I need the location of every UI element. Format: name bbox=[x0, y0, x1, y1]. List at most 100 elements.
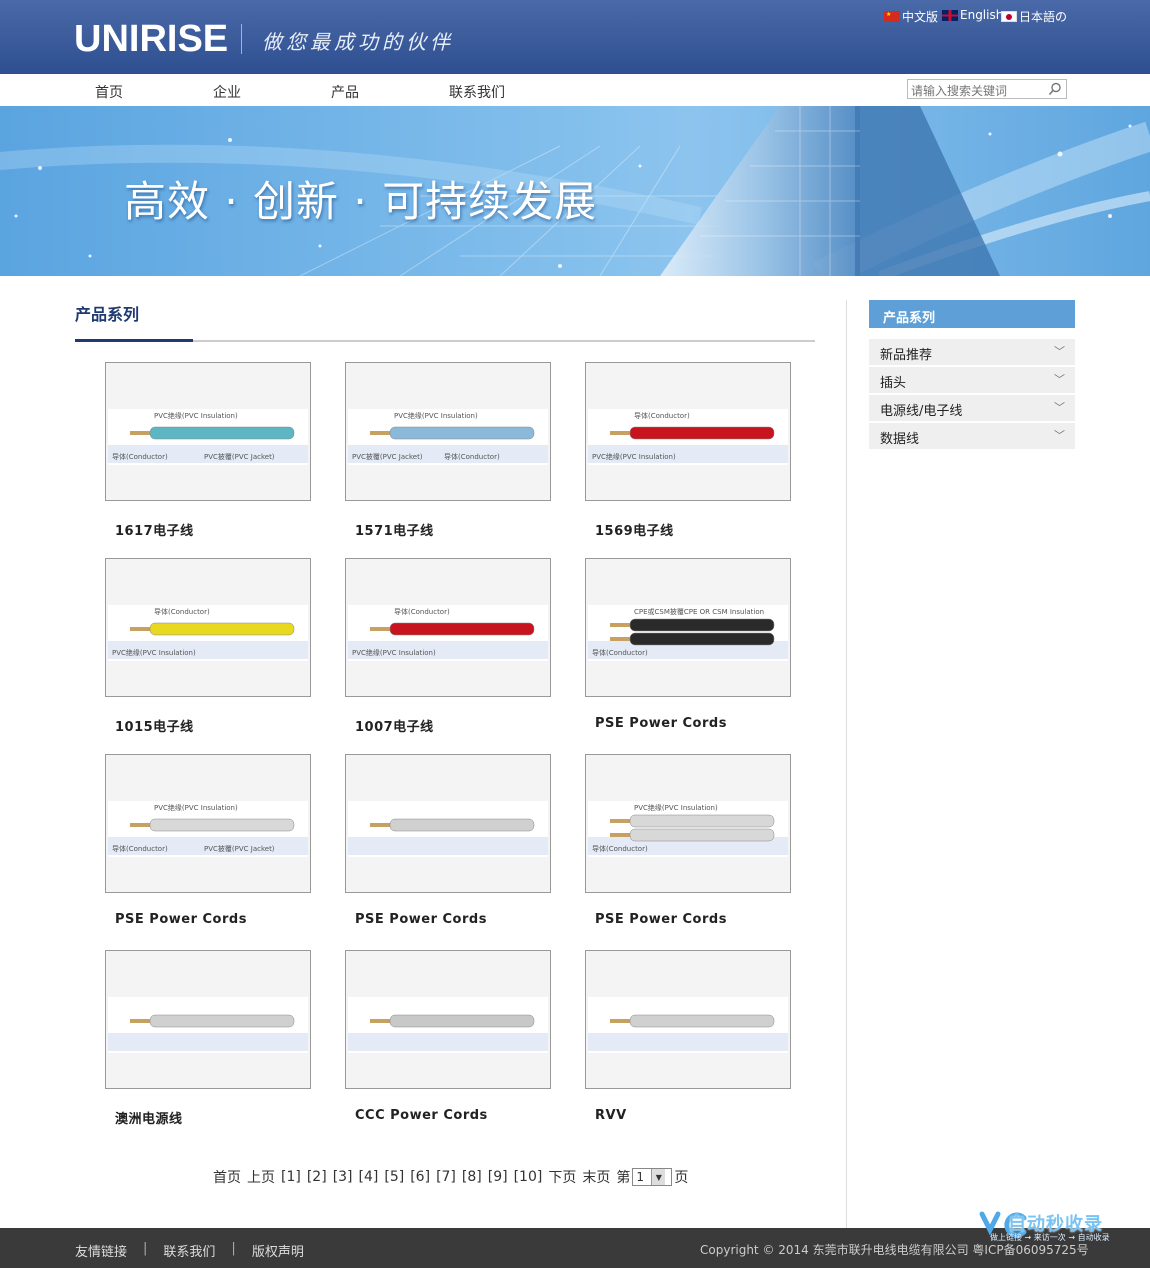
cable-label: PVC绝缘(PVC Insulation) bbox=[112, 648, 196, 657]
cable-illustration: PVC绝缘(PVC Insulation) 导体(Conductor) PVC披覆(… bbox=[108, 411, 308, 463]
cable-label: PVC绝缘(PVC Insulation) bbox=[154, 803, 238, 812]
product-card[interactable]: PVC绝缘(PVC Insulation) 导体(Conductor) bbox=[585, 754, 791, 893]
product-card[interactable]: 导体(Conductor) PVC绝缘(PVC Insulation) bbox=[585, 362, 791, 501]
search-icon[interactable] bbox=[1048, 82, 1062, 96]
product-image: PVC绝缘(PVC Insulation) 导体(Conductor) PVC披覆(… bbox=[108, 409, 308, 465]
page-select[interactable]: 1 ▼ bbox=[632, 1168, 673, 1186]
product-title[interactable]: PSE Power Cords bbox=[595, 912, 727, 927]
page-link[interactable]: [1] bbox=[281, 1169, 301, 1185]
product-card[interactable] bbox=[345, 754, 551, 893]
lang-english[interactable]: English bbox=[942, 8, 1003, 22]
lang-chinese[interactable]: 中文版 bbox=[884, 8, 938, 25]
product-title[interactable]: RVV bbox=[595, 1108, 627, 1123]
product-image: PVC绝缘(PVC Insulation) 导体(Conductor) PVC披覆(… bbox=[108, 801, 308, 857]
product-title[interactable]: CCC Power Cords bbox=[355, 1108, 488, 1123]
cable-label: PVC披覆(PVC Jacket) bbox=[352, 452, 423, 461]
product-title[interactable]: PSE Power Cords bbox=[595, 716, 727, 731]
page-prev[interactable]: 上页 bbox=[247, 1167, 275, 1187]
cable-label: 导体(Conductor) bbox=[112, 452, 168, 461]
search-input[interactable] bbox=[908, 82, 1044, 100]
cable-label: 导体(Conductor) bbox=[154, 607, 210, 616]
cable-illustration bbox=[588, 1014, 788, 1051]
header-slogan: 做您最成功的伙伴 bbox=[262, 30, 454, 54]
page-link[interactable]: [4] bbox=[359, 1169, 379, 1185]
page-next[interactable]: 下页 bbox=[548, 1167, 576, 1187]
dropdown-arrow-icon: ▼ bbox=[651, 1169, 666, 1185]
lang-label: 日本語の bbox=[1019, 10, 1068, 24]
page-first[interactable]: 首页 bbox=[213, 1167, 241, 1187]
cable-label: 导体(Conductor) bbox=[592, 648, 648, 657]
cable-illustration: 导体(Conductor) PVC绝缘(PVC Insulation) bbox=[588, 411, 788, 463]
page-link[interactable]: [2] bbox=[307, 1169, 327, 1185]
sidebar-item-label: 插头 bbox=[880, 376, 907, 391]
chevron-down-icon: ﹀ bbox=[1054, 373, 1065, 386]
cable-label: PVC绝缘(PVC Insulation) bbox=[352, 648, 436, 657]
sidebar-item-data-cables[interactable]: 数据线 ﹀ bbox=[869, 423, 1075, 449]
page-link[interactable]: [10] bbox=[514, 1169, 543, 1185]
logo-divider bbox=[241, 24, 242, 54]
product-title[interactable]: 1015电子线 bbox=[115, 716, 194, 735]
sidebar-item-new[interactable]: 新品推荐 ﹀ bbox=[869, 339, 1075, 365]
cable-illustration: 导体(Conductor) PVC绝缘(PVC Insulation) bbox=[108, 607, 308, 659]
chevron-down-icon: ﹀ bbox=[1054, 401, 1065, 414]
product-card[interactable]: 导体(Conductor) PVC绝缘(PVC Insulation) bbox=[345, 558, 551, 697]
watermark-badge[interactable]: 自动秒收录 做上链接 → 来访一次 → 自动收录 bbox=[978, 1208, 1134, 1248]
product-card[interactable]: CPE或CSM披覆CPE OR CSM Insulation 导体(Conduct… bbox=[585, 558, 791, 697]
page-link[interactable]: [6] bbox=[410, 1169, 430, 1185]
product-card[interactable]: PVC绝缘(PVC Insulation) 导体(Conductor) PVC披覆(… bbox=[105, 754, 311, 893]
cable-illustration bbox=[108, 1014, 308, 1051]
page-last[interactable]: 末页 bbox=[582, 1167, 610, 1187]
footer-link-copyright[interactable]: 版权声明 bbox=[252, 1241, 304, 1260]
nav-item-products[interactable]: 产品 bbox=[331, 82, 359, 102]
cable-label: 导体(Conductor) bbox=[634, 411, 690, 420]
product-title[interactable]: 1007电子线 bbox=[355, 716, 434, 735]
product-card[interactable]: 导体(Conductor) PVC绝缘(PVC Insulation) bbox=[105, 558, 311, 697]
cable-illustration: PVC绝缘(PVC Insulation) 导体(Conductor) PVC披覆(… bbox=[108, 803, 308, 855]
product-card[interactable] bbox=[585, 950, 791, 1089]
product-card[interactable] bbox=[105, 950, 311, 1089]
footer-link-contact[interactable]: 联系我们 bbox=[163, 1241, 215, 1260]
page-link[interactable]: [5] bbox=[384, 1169, 404, 1185]
page-link[interactable]: [8] bbox=[462, 1169, 482, 1185]
product-image bbox=[588, 997, 788, 1053]
lang-japanese[interactable]: 日本語の bbox=[1001, 8, 1067, 25]
banner-slogan: 高效 · 创新 · 可持续发展 bbox=[124, 177, 598, 226]
page-link[interactable]: [3] bbox=[333, 1169, 353, 1185]
product-title[interactable]: 1617电子线 bbox=[115, 520, 194, 539]
sidebar-item-label: 数据线 bbox=[880, 432, 920, 447]
product-card[interactable] bbox=[345, 950, 551, 1089]
product-card[interactable]: PVC绝缘(PVC Insulation) PVC披覆(PVC Jacket) 导体… bbox=[345, 362, 551, 501]
product-title[interactable]: 1571电子线 bbox=[355, 520, 434, 539]
product-image: PVC绝缘(PVC Insulation) PVC披覆(PVC Jacket) 导体… bbox=[348, 409, 548, 465]
cn-flag-icon bbox=[884, 11, 900, 22]
hero-banner: 高效 · 创新 · 可持续发展 bbox=[0, 106, 1150, 276]
product-card[interactable]: PVC绝缘(PVC Insulation) 导体(Conductor) PVC披覆(… bbox=[105, 362, 311, 501]
pagination: 首页 上页 [1] [2] [3] [4] [5] [6] [7] [8] [9… bbox=[213, 1167, 694, 1187]
product-title[interactable]: 澳洲电源线 bbox=[115, 1108, 183, 1127]
goto-prefix: 第 bbox=[616, 1170, 631, 1186]
sidebar-item-plugs[interactable]: 插头 ﹀ bbox=[869, 367, 1075, 393]
title-underline-active bbox=[75, 339, 193, 342]
sidebar-title: 产品系列 bbox=[869, 300, 1075, 328]
cable-illustration: 导体(Conductor) PVC绝缘(PVC Insulation) bbox=[348, 607, 548, 659]
goto-suffix: 页 bbox=[674, 1170, 689, 1186]
sidebar-item-label: 电源线/电子线 bbox=[880, 404, 963, 419]
logo[interactable]: UNIRISE bbox=[74, 18, 228, 61]
nav-item-contact[interactable]: 联系我们 bbox=[449, 82, 505, 102]
nav-item-company[interactable]: 企业 bbox=[213, 82, 241, 102]
nav-item-home[interactable]: 首页 bbox=[95, 82, 123, 102]
page-link[interactable]: [9] bbox=[488, 1169, 508, 1185]
search-box bbox=[907, 79, 1067, 100]
product-title[interactable]: PSE Power Cords bbox=[115, 912, 247, 927]
product-title[interactable]: PSE Power Cords bbox=[355, 912, 487, 927]
page-select-value: 1 bbox=[636, 1170, 644, 1184]
cable-label: PVC绝缘(PVC Insulation) bbox=[634, 803, 718, 812]
page-link[interactable]: [7] bbox=[436, 1169, 456, 1185]
product-title[interactable]: 1569电子线 bbox=[595, 520, 674, 539]
cable-illustration bbox=[348, 818, 548, 855]
product-image: 导体(Conductor) PVC绝缘(PVC Insulation) bbox=[588, 409, 788, 465]
product-image bbox=[108, 997, 308, 1053]
cable-label: 导体(Conductor) bbox=[112, 844, 168, 853]
footer-link-friends[interactable]: 友情链接 bbox=[75, 1241, 127, 1260]
sidebar-item-cords[interactable]: 电源线/电子线 ﹀ bbox=[869, 395, 1075, 421]
